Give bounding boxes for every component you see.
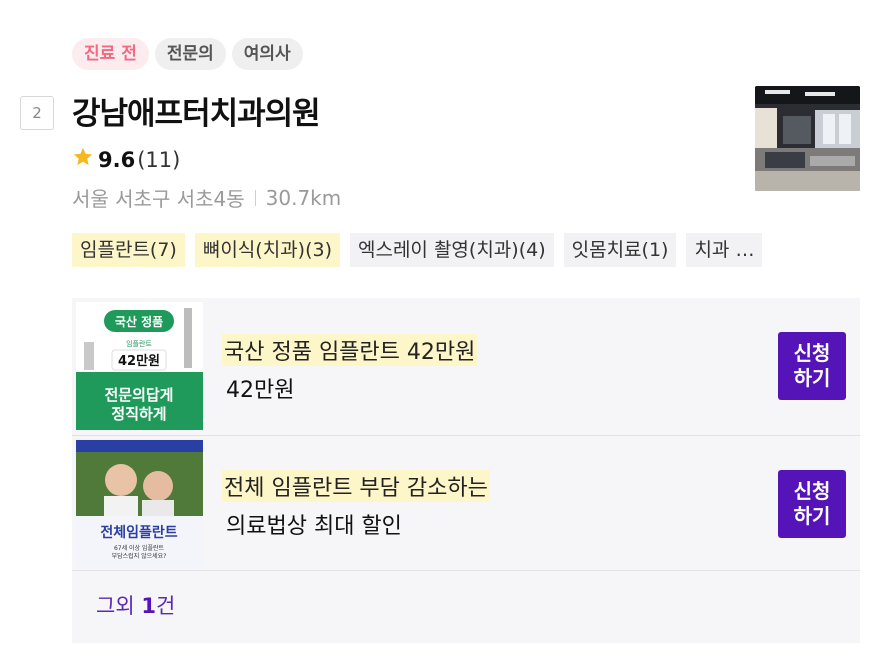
tag-gum-treatment[interactable]: 잇몸치료(1) xyxy=(563,233,677,267)
offer-item[interactable]: 전체임플란트 67세 이상 임플란트 부담스럽지 않으세요? 전체 임플란트 부… xyxy=(72,435,860,572)
offer-image-badge: 국산 정품 xyxy=(115,314,163,329)
clinic-name[interactable]: 강남애프터치과의원 xyxy=(72,88,321,133)
event-offers: 국산 정품 임플란트 42만원 전문의답게 정직하게 국산 정품 임플란트 42… xyxy=(72,298,860,643)
badge-row: 진료 전 전문의 여의사 xyxy=(72,38,303,70)
offer-title[interactable]: 전체 임플란트 부담 감소하는 xyxy=(222,470,490,502)
tag-xray[interactable]: 엑스레이 촬영(치과)(4) xyxy=(349,233,554,267)
more-count: 1 xyxy=(141,594,156,618)
divider xyxy=(72,570,860,571)
distance-text: 30.7km xyxy=(265,185,342,210)
offer-item[interactable]: 국산 정품 임플란트 42만원 전문의답게 정직하게 국산 정품 임플란트 42… xyxy=(72,298,860,434)
offer-subtitle: 의료법상 최대 할인 xyxy=(226,514,402,539)
badge-female-doctor: 여의사 xyxy=(231,38,303,70)
rank-number: 2 xyxy=(20,96,54,130)
review-count[interactable]: (11) xyxy=(137,148,180,172)
badge-specialist: 전문의 xyxy=(154,38,226,70)
clinic-photo[interactable] xyxy=(755,86,860,191)
offer-title[interactable]: 국산 정품 임플란트 42만원 xyxy=(222,334,478,366)
offer-image: 국산 정품 임플란트 42만원 전문의답게 정직하게 xyxy=(76,302,203,430)
location-text: 서울 서초구 서초4동 xyxy=(72,187,245,211)
divider xyxy=(254,189,256,206)
treatment-tags: 임플란트(7) 뼈이식(치과)(3) 엑스레이 촬영(치과)(4) 잇몸치료(1… xyxy=(72,233,860,267)
tag-implant[interactable]: 임플란트(7) xyxy=(72,233,185,267)
offer-image-line2: 정직하게 xyxy=(111,405,166,423)
apply-button[interactable]: 신청 하기 xyxy=(778,332,846,400)
offer-image-price: 42만원 xyxy=(118,353,160,369)
more-suffix: 건 xyxy=(155,594,176,618)
location-row: 서울 서초구 서초4동 30.7km xyxy=(72,183,341,212)
offer-image: 전체임플란트 67세 이상 임플란트 부담스럽지 않으세요? xyxy=(76,440,203,568)
offer-image-main: 전체임플란트 xyxy=(100,524,177,541)
apply-button[interactable]: 신청 하기 xyxy=(778,470,846,538)
offer-image-small: 임플란트 xyxy=(126,340,152,348)
offer-price: 42만원 xyxy=(226,378,295,403)
rating-score: 9.6 xyxy=(98,147,136,172)
more-offers-link[interactable]: 그외 1건 xyxy=(96,590,175,620)
tag-bone-graft[interactable]: 뼈이식(치과)(3) xyxy=(194,233,340,267)
rating-row: 9.6 (11) xyxy=(72,146,180,173)
offer-image-small1: 67세 이상 임플란트 xyxy=(114,544,165,552)
tag-more[interactable]: 치과 … xyxy=(686,233,763,267)
star-icon xyxy=(72,146,94,173)
badge-before-treatment: 진료 전 xyxy=(72,38,149,70)
more-prefix: 그외 xyxy=(96,594,142,618)
offer-image-line1: 전문의답게 xyxy=(104,386,173,404)
offer-image-small2: 부담스럽지 않으세요? xyxy=(112,552,167,560)
